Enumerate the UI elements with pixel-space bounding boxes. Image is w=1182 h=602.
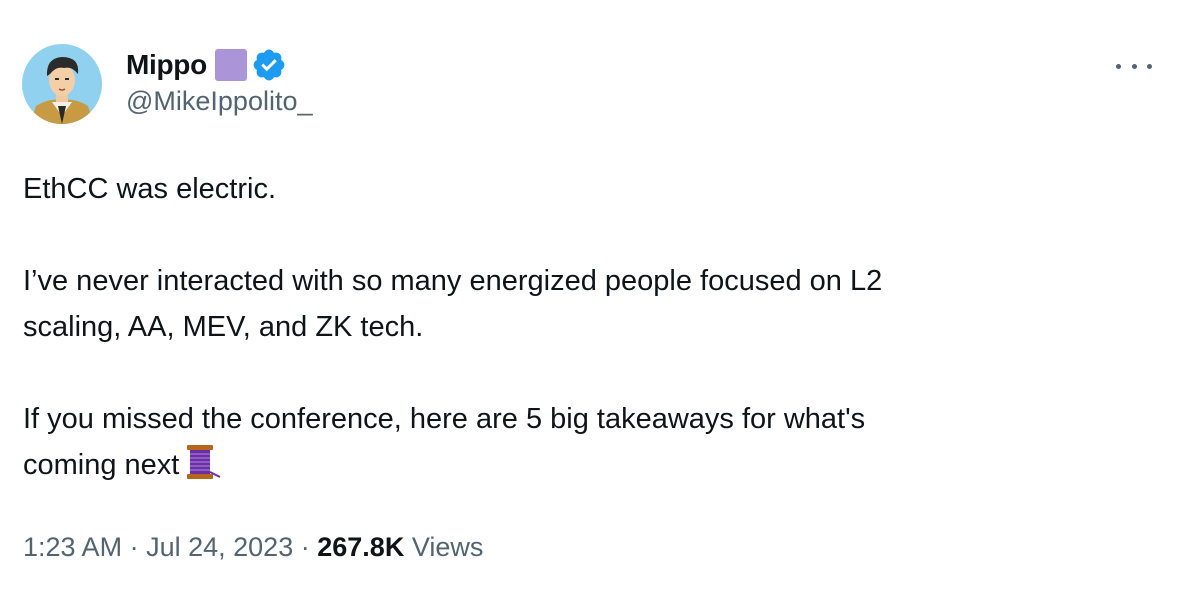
tweet-time[interactable]: 1:23 AM — [23, 532, 122, 562]
author-name-row: Mippo — [126, 46, 287, 84]
more-horizontal-icon[interactable] — [1116, 56, 1152, 76]
tweet-line: EthCC was electric. — [23, 173, 277, 205]
tweet-last-line: coming next — [23, 442, 1143, 494]
verified-badge-icon[interactable] — [251, 47, 287, 83]
tweet-line: I’ve never interacted with so many energ… — [23, 265, 883, 297]
tweet-line: scaling, AA, MEV, and ZK tech. — [23, 311, 424, 343]
purple-square-emoji — [214, 49, 247, 81]
views-count: 267.8K — [317, 532, 405, 562]
more-dot — [1116, 63, 1121, 69]
meta-separator: · — [300, 532, 310, 562]
tweet-card[interactable]: Mippo @MikeIppolito_ EthCC was electric.… — [0, 0, 1182, 602]
thread-spool-icon — [183, 444, 223, 494]
views-label: Views — [411, 532, 484, 562]
tweet-meta: 1:23 AM · Jul 24, 2023 · 267.8K Views — [23, 532, 483, 563]
tweet-text: EthCC was electric. I’ve never interacte… — [23, 166, 1143, 494]
author-handle[interactable]: @MikeIppolito_ — [126, 86, 313, 117]
avatar[interactable] — [22, 44, 102, 124]
tweet-paragraph: I’ve never interacted with so many energ… — [23, 258, 1143, 350]
more-dot — [1147, 63, 1152, 69]
tweet-paragraph: EthCC was electric. — [23, 166, 1143, 212]
tweet-paragraph: If you missed the conference, here are 5… — [23, 396, 1143, 494]
tweet-line: If you missed the conference, here are 5… — [23, 403, 866, 435]
display-name[interactable]: Mippo — [126, 49, 207, 81]
tweet-date[interactable]: Jul 24, 2023 — [146, 532, 293, 562]
more-dot — [1131, 63, 1137, 69]
tweet-line-text: coming next — [23, 449, 180, 481]
meta-separator: · — [129, 532, 139, 562]
